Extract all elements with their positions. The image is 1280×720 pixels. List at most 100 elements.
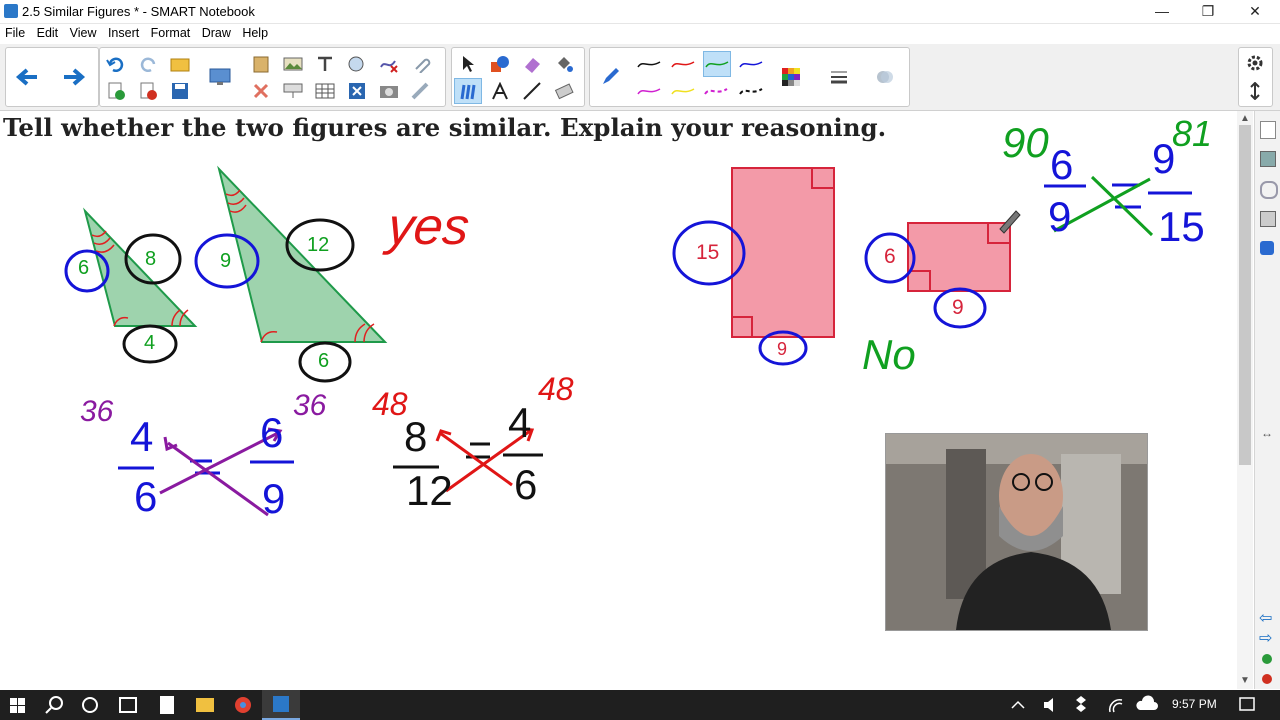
toolbar (0, 44, 1280, 111)
notifications-icon[interactable] (1239, 697, 1255, 711)
sidebar-prev-page-icon[interactable]: ⇦ (1259, 608, 1272, 628)
pen-style-magenta-dashed[interactable] (703, 79, 729, 103)
measure-button[interactable] (408, 79, 434, 103)
pen-icon (603, 68, 619, 84)
line-tool-button[interactable] (519, 79, 545, 103)
scroll-thumb[interactable] (1239, 125, 1251, 465)
file-explorer-icon[interactable] (196, 698, 214, 712)
color-palette-button[interactable] (778, 65, 804, 89)
pen-type-button[interactable] (598, 65, 624, 89)
eraser-tool-button[interactable] (519, 52, 545, 76)
search-icon[interactable] (45, 696, 63, 714)
cross2-product-right: 48 (538, 371, 574, 407)
camera-button[interactable] (376, 79, 402, 103)
toolbar-position-button[interactable] (1242, 79, 1268, 103)
blue-stroke-icon (739, 61, 763, 68)
menu-draw[interactable]: Draw (202, 24, 231, 40)
line-width-button[interactable] (826, 65, 852, 89)
link-button[interactable] (408, 52, 434, 76)
table-button[interactable] (312, 79, 338, 103)
select-tool-button[interactable] (455, 52, 481, 76)
previous-page-button[interactable] (14, 65, 40, 89)
delete-button[interactable] (248, 79, 274, 103)
clear-ink-button[interactable] (376, 52, 402, 76)
text-pen-button[interactable] (487, 79, 513, 103)
properties-icon[interactable] (1260, 211, 1276, 227)
restore-button[interactable]: ❐ (1185, 0, 1231, 23)
close-button[interactable]: ✕ (1232, 0, 1278, 23)
text-tool-button[interactable] (312, 52, 338, 76)
menu-help[interactable]: Help (242, 24, 268, 40)
calculator-icon[interactable] (160, 696, 174, 714)
whiteboard-canvas[interactable]: Tell whether the two figures are similar… (0, 111, 1236, 689)
insert-image-button[interactable] (280, 52, 306, 76)
transparency-button[interactable] (872, 65, 898, 89)
sidebar-next-page-icon[interactable]: ⇨ (1259, 628, 1272, 648)
page-sorter-icon[interactable] (1260, 121, 1276, 139)
show-hidden-icons-icon[interactable] (1011, 700, 1025, 709)
menu-insert[interactable]: Insert (108, 24, 139, 40)
webcam-overlay[interactable] (885, 433, 1148, 631)
smart-notebook-taskbar-icon[interactable] (273, 696, 289, 712)
menu-view[interactable]: View (70, 24, 97, 40)
redo-button[interactable] (135, 52, 161, 76)
toolbar-settings-group (1238, 47, 1273, 107)
paste-button[interactable] (248, 52, 274, 76)
web-browser-button[interactable] (344, 52, 370, 76)
large-triangle[interactable] (217, 165, 388, 343)
shapes-tool-button[interactable] (487, 52, 513, 76)
resize-sidebar-icon[interactable]: ↔ (1261, 426, 1273, 440)
up-down-arrow-icon (1250, 82, 1260, 100)
scroll-down-icon[interactable]: ▼ (1240, 675, 1250, 686)
pen-style-yellow[interactable] (670, 79, 696, 103)
gallery-icon[interactable] (1260, 151, 1276, 167)
sidebar-add-page-icon[interactable] (1262, 654, 1272, 664)
vertical-scrollbar[interactable]: ▲ ▼ (1237, 111, 1253, 689)
screen-shade-button[interactable] (280, 79, 306, 103)
settings-button[interactable] (1242, 51, 1268, 75)
menu-edit[interactable]: Edit (37, 24, 59, 40)
addons-icon[interactable] (1260, 241, 1274, 255)
dropbox-icon[interactable] (1076, 696, 1086, 712)
taskbar-clock[interactable]: 9:57 PM (1172, 697, 1217, 711)
gear-icon (1247, 55, 1263, 71)
store-icon[interactable] (119, 697, 137, 713)
wifi-icon[interactable] (1108, 698, 1123, 713)
pens-tool-button[interactable] (454, 78, 482, 104)
scroll-up-icon[interactable]: ▲ (1240, 113, 1250, 124)
menu-format[interactable]: Format (151, 24, 191, 40)
cross3-product-left: 90 (1002, 119, 1049, 166)
redo-icon (140, 57, 156, 72)
small-rectangle[interactable] (907, 222, 1011, 292)
next-page-button[interactable] (61, 65, 87, 89)
volume-icon[interactable] (1044, 698, 1053, 712)
pen-style-red[interactable] (670, 52, 696, 76)
close-window-tool-button[interactable] (344, 79, 370, 103)
delete-page-button[interactable] (135, 79, 161, 103)
cortana-icon[interactable] (82, 697, 98, 713)
large-rectangle[interactable] (731, 167, 835, 338)
pen-style-black[interactable] (636, 52, 662, 76)
add-page-button[interactable] (103, 79, 129, 103)
minimize-button[interactable]: — (1139, 0, 1185, 23)
eraser-large-button[interactable] (551, 79, 577, 103)
pen-style-green[interactable] (703, 51, 731, 77)
menu-file[interactable]: File (5, 24, 25, 40)
pen-style-black-dashed[interactable] (738, 79, 764, 103)
undo-button[interactable] (103, 52, 129, 76)
pen-style-blue[interactable] (738, 52, 764, 76)
fill-tool-button[interactable] (551, 52, 577, 76)
windows-start-icon[interactable] (10, 698, 25, 713)
pen-style-magenta[interactable] (636, 79, 662, 103)
cross3-bottom-left: 9 (1048, 193, 1072, 240)
save-button[interactable] (167, 79, 193, 103)
cross1-top-left: 4 (130, 413, 154, 460)
attachments-icon[interactable] (1260, 181, 1278, 199)
onedrive-icon[interactable] (1136, 695, 1158, 710)
sidebar-delete-page-icon[interactable] (1262, 674, 1272, 684)
open-file-button[interactable] (167, 52, 193, 76)
label-tri2-long: 12 (307, 234, 330, 256)
screen-share-button[interactable] (207, 65, 233, 89)
eraser-x-icon (380, 60, 398, 73)
smart-notebook-app-icon (4, 4, 18, 18)
